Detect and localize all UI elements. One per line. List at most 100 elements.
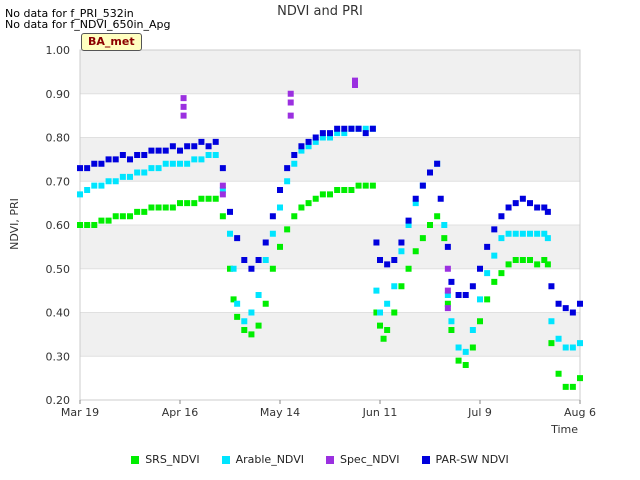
data-point — [427, 222, 433, 228]
data-point — [505, 230, 512, 237]
data-point — [527, 257, 533, 263]
data-point — [469, 283, 476, 290]
data-point — [262, 239, 269, 246]
data-point — [562, 383, 569, 390]
x-tick-label: Jun 11 — [362, 406, 398, 419]
data-point — [98, 160, 105, 167]
data-point — [219, 191, 226, 198]
data-point — [234, 300, 241, 307]
data-point — [248, 265, 255, 272]
legend-label-srs-ndvi: SRS_NDVI — [145, 453, 200, 466]
data-point — [527, 230, 533, 237]
data-point — [284, 165, 291, 172]
data-point — [205, 143, 212, 150]
data-point — [444, 243, 451, 250]
data-point — [184, 143, 191, 150]
data-point — [348, 125, 355, 132]
data-point — [352, 77, 358, 84]
data-point — [255, 292, 262, 298]
data-point — [548, 283, 555, 290]
grid-band — [80, 50, 580, 94]
data-point — [491, 252, 498, 259]
data-point — [491, 226, 498, 233]
x-tick-label: Apr 16 — [162, 406, 199, 419]
data-point — [77, 165, 83, 172]
data-point — [212, 195, 219, 202]
data-point — [555, 370, 562, 377]
data-point — [348, 187, 355, 193]
data-point — [127, 156, 133, 163]
y-tick-label: 0.50 — [46, 263, 71, 276]
data-point — [498, 235, 505, 242]
data-point — [77, 191, 83, 198]
data-point — [248, 331, 255, 338]
data-point — [284, 226, 291, 233]
data-point — [398, 248, 405, 255]
data-point — [498, 213, 505, 220]
data-point — [148, 165, 155, 172]
y-tick-label: 0.90 — [46, 88, 71, 101]
data-point — [455, 344, 462, 351]
data-point — [577, 300, 583, 307]
ndvi-pri-chart: NDVI and PRI 0.200.300.400.500.600.700.8… — [8, 4, 596, 436]
data-point — [91, 160, 98, 167]
data-point — [377, 322, 383, 329]
grid-band — [80, 137, 580, 182]
data-point — [234, 235, 241, 242]
data-point — [141, 208, 148, 215]
data-point — [180, 112, 187, 119]
data-point — [180, 95, 187, 102]
data-point — [119, 152, 126, 158]
data-point — [377, 257, 383, 263]
data-point — [84, 165, 91, 172]
data-point — [84, 187, 91, 193]
data-point — [455, 292, 462, 298]
data-point — [277, 204, 283, 211]
data-point — [148, 204, 155, 211]
data-point — [177, 200, 183, 207]
data-point — [373, 239, 380, 246]
x-tick-label: Jul 9 — [467, 406, 492, 419]
y-axis-label: NDVI, PRI — [8, 198, 21, 250]
y-tick-label: 0.40 — [46, 307, 71, 320]
data-point — [562, 344, 569, 351]
data-point — [84, 222, 91, 228]
data-point — [555, 300, 562, 307]
data-point — [419, 235, 426, 242]
data-point — [398, 283, 405, 290]
data-point — [148, 147, 155, 154]
data-point — [291, 152, 298, 158]
data-point — [441, 235, 448, 242]
data-point — [255, 322, 262, 329]
legend-item-srs-ndvi: SRS_NDVI — [131, 453, 200, 466]
data-point — [448, 318, 455, 325]
data-point — [91, 222, 98, 228]
data-point — [469, 327, 476, 333]
y-tick-label: 0.70 — [46, 175, 71, 188]
data-point — [169, 160, 176, 167]
data-point — [462, 362, 469, 368]
data-point — [555, 335, 562, 342]
data-point — [284, 178, 291, 185]
data-point — [127, 173, 133, 180]
data-point — [119, 213, 126, 220]
data-point — [105, 156, 112, 163]
data-point — [298, 143, 305, 150]
data-point — [269, 230, 276, 237]
data-point — [227, 208, 233, 215]
legend: SRS_NDVI Arable_NDVI Spec_NDVI PAR-SW ND… — [0, 453, 640, 466]
data-point — [448, 327, 455, 333]
data-point — [241, 257, 248, 263]
no-data-notes: No data for f_PRI_532in No data for f_ND… — [5, 8, 171, 30]
data-point — [169, 204, 176, 211]
data-point — [444, 287, 451, 294]
data-point — [155, 165, 162, 172]
data-point — [477, 318, 483, 325]
data-point — [355, 182, 362, 189]
data-point — [287, 90, 294, 97]
y-tick-label: 0.80 — [46, 132, 71, 145]
data-point — [105, 178, 112, 185]
data-point — [491, 278, 498, 285]
data-point — [234, 313, 241, 320]
data-point — [262, 300, 269, 307]
